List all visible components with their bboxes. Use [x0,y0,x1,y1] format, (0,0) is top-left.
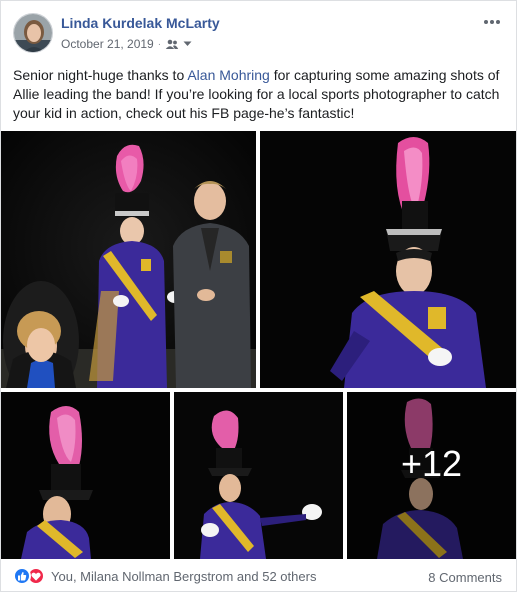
separator-dot: · [157,38,162,50]
comments-count[interactable]: 8 Comments [428,570,502,585]
photo-3-image [1,392,170,559]
post-header: Linda Kurdelak McLarty October 21, 2019 … [1,1,516,63]
photo-grid: +12 [1,131,516,559]
post-date[interactable]: October 21, 2019 [61,37,154,51]
like-icon [13,567,31,585]
photo-2[interactable] [260,131,516,388]
author-avatar[interactable] [13,13,53,53]
more-photos-count: +12 [400,442,463,484]
photo-1-image [1,131,256,388]
post-text: Senior night-huge thanks to Alan Mohring… [13,66,505,123]
reactions-summary[interactable]: You, Milana Nollman Bergstrom and 52 oth… [13,567,316,585]
photo-4-image [174,392,343,559]
photo-5-more[interactable]: +12 [347,392,516,559]
photo-4[interactable] [174,392,343,559]
facebook-post: Linda Kurdelak McLarty October 21, 2019 … [0,0,517,592]
friends-icon[interactable] [165,39,179,50]
mention-link[interactable]: Alan Mohring [187,67,270,83]
post-text-before: Senior night-huge thanks to [13,67,188,83]
more-photos-overlay[interactable]: +12 [347,392,516,559]
photo-2-image [260,131,516,388]
post-footer: You, Milana Nollman Bergstrom and 52 oth… [1,563,516,592]
author-name[interactable]: Linda Kurdelak McLarty [61,15,220,31]
chevron-down-icon[interactable] [183,41,192,47]
reactions-text: You, Milana Nollman Bergstrom and 52 oth… [51,568,317,584]
avatar-image [14,14,52,52]
photo-1[interactable] [1,131,256,388]
photo-3[interactable] [1,392,170,559]
post-meta: October 21, 2019 · [61,37,192,51]
more-options-icon[interactable] [482,15,502,29]
